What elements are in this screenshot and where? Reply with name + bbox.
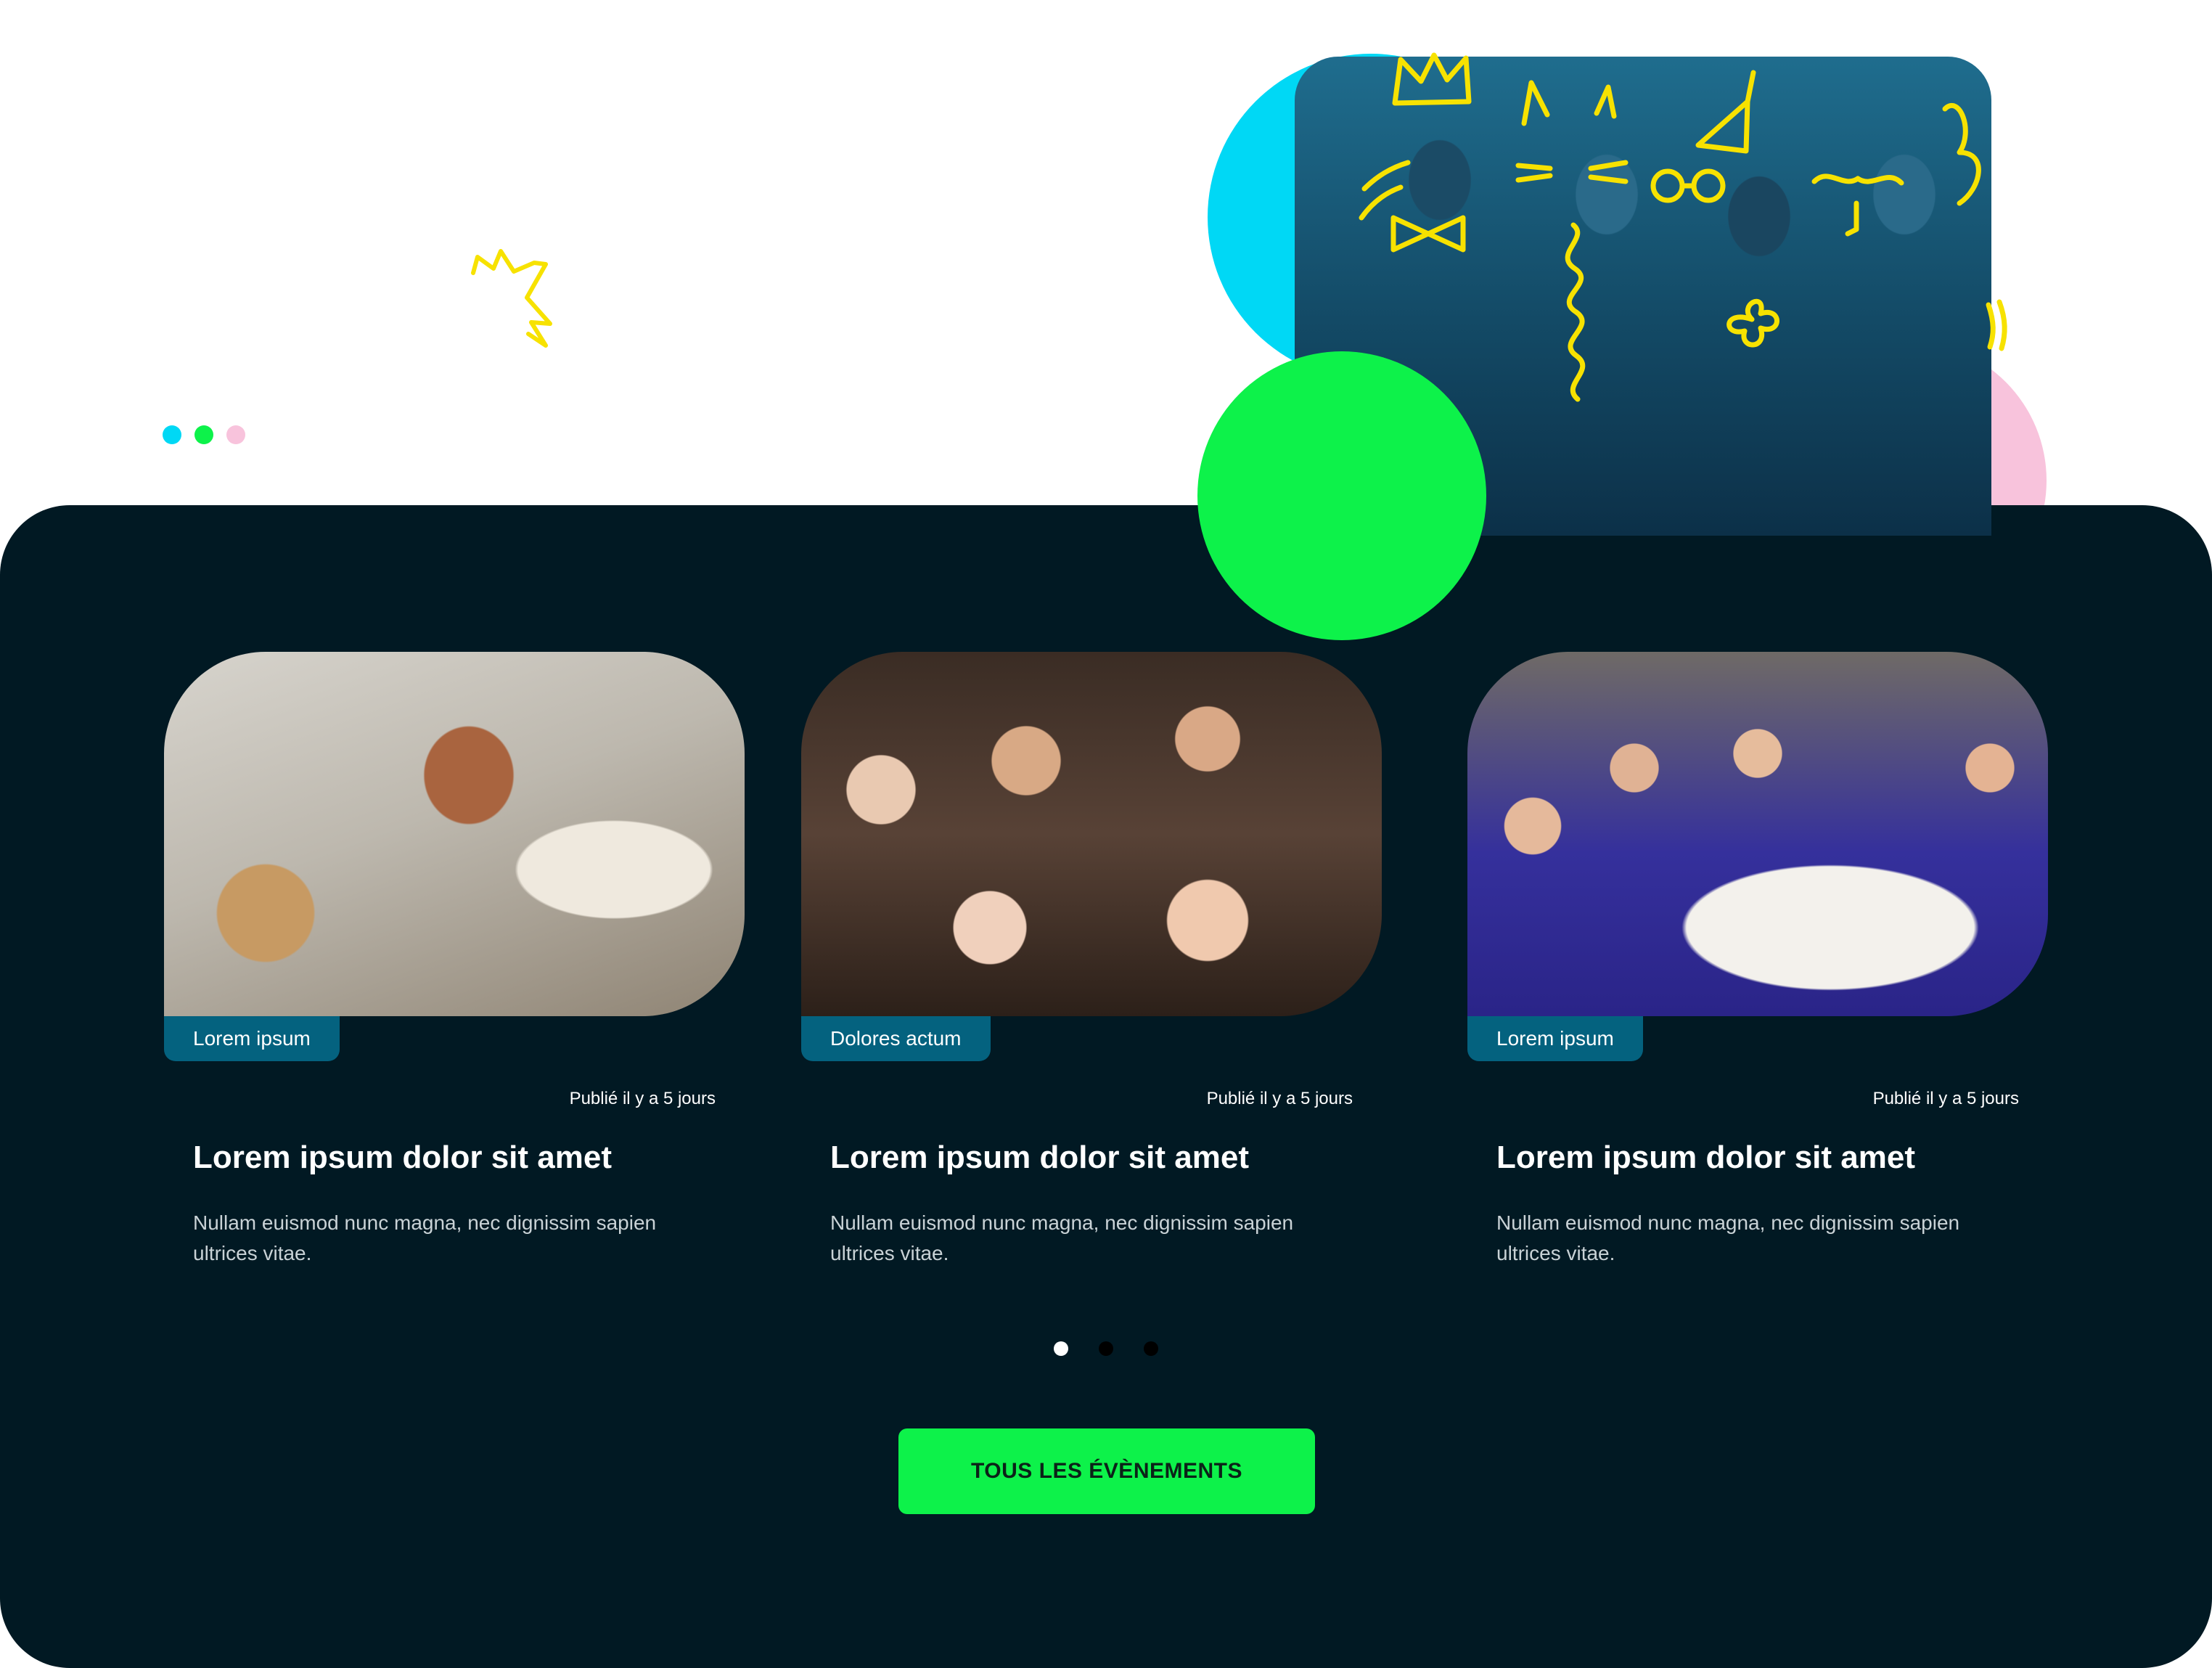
pager-dot-1[interactable] <box>1054 1341 1068 1356</box>
event-card-description: Nullam euismod nunc magna, nec dignissim… <box>193 1211 657 1264</box>
event-card-description: Nullam euismod nunc magna, nec dignissim… <box>830 1211 1294 1264</box>
decor-dot-pink <box>226 425 245 444</box>
event-card-title[interactable]: Lorem ipsum dolor sit amet <box>830 1140 1249 1176</box>
event-card-image <box>801 652 1382 1016</box>
event-card-description: Nullam euismod nunc magna, nec dignissim… <box>1496 1211 1960 1264</box>
event-card[interactable]: Lorem ipsum Publié il y a 5 jours Lorem … <box>164 652 745 1291</box>
event-card-title[interactable]: Lorem ipsum dolor sit amet <box>193 1140 612 1176</box>
event-card-title[interactable]: Lorem ipsum dolor sit amet <box>1496 1140 1915 1176</box>
event-card-published: Publié il y a 5 jours <box>569 1089 716 1108</box>
event-card-tag: Lorem ipsum <box>164 1016 340 1061</box>
pager-dot-2[interactable] <box>1099 1341 1113 1356</box>
decor-dot-cyan <box>163 425 181 444</box>
event-card-tag: Dolores actum <box>801 1016 991 1061</box>
decor-dot-green <box>194 425 213 444</box>
event-card-published: Publié il y a 5 jours <box>1206 1089 1353 1108</box>
all-events-button[interactable]: TOUS LES ÉVÈNEMENTS <box>898 1428 1315 1514</box>
event-card-tag: Lorem ipsum <box>1467 1016 1643 1061</box>
squiggle-doodle-icon <box>471 249 552 348</box>
pager-dot-3[interactable] <box>1144 1341 1158 1356</box>
event-card-published: Publié il y a 5 jours <box>1872 1089 2019 1108</box>
event-card[interactable]: Dolores actum Publié il y a 5 jours Lore… <box>801 652 1382 1291</box>
event-card[interactable]: Lorem ipsum Publié il y a 5 jours Lorem … <box>1467 652 2048 1291</box>
hero-circle-green <box>1197 351 1486 640</box>
event-card-image <box>1467 652 2048 1016</box>
event-card-image <box>164 652 745 1016</box>
